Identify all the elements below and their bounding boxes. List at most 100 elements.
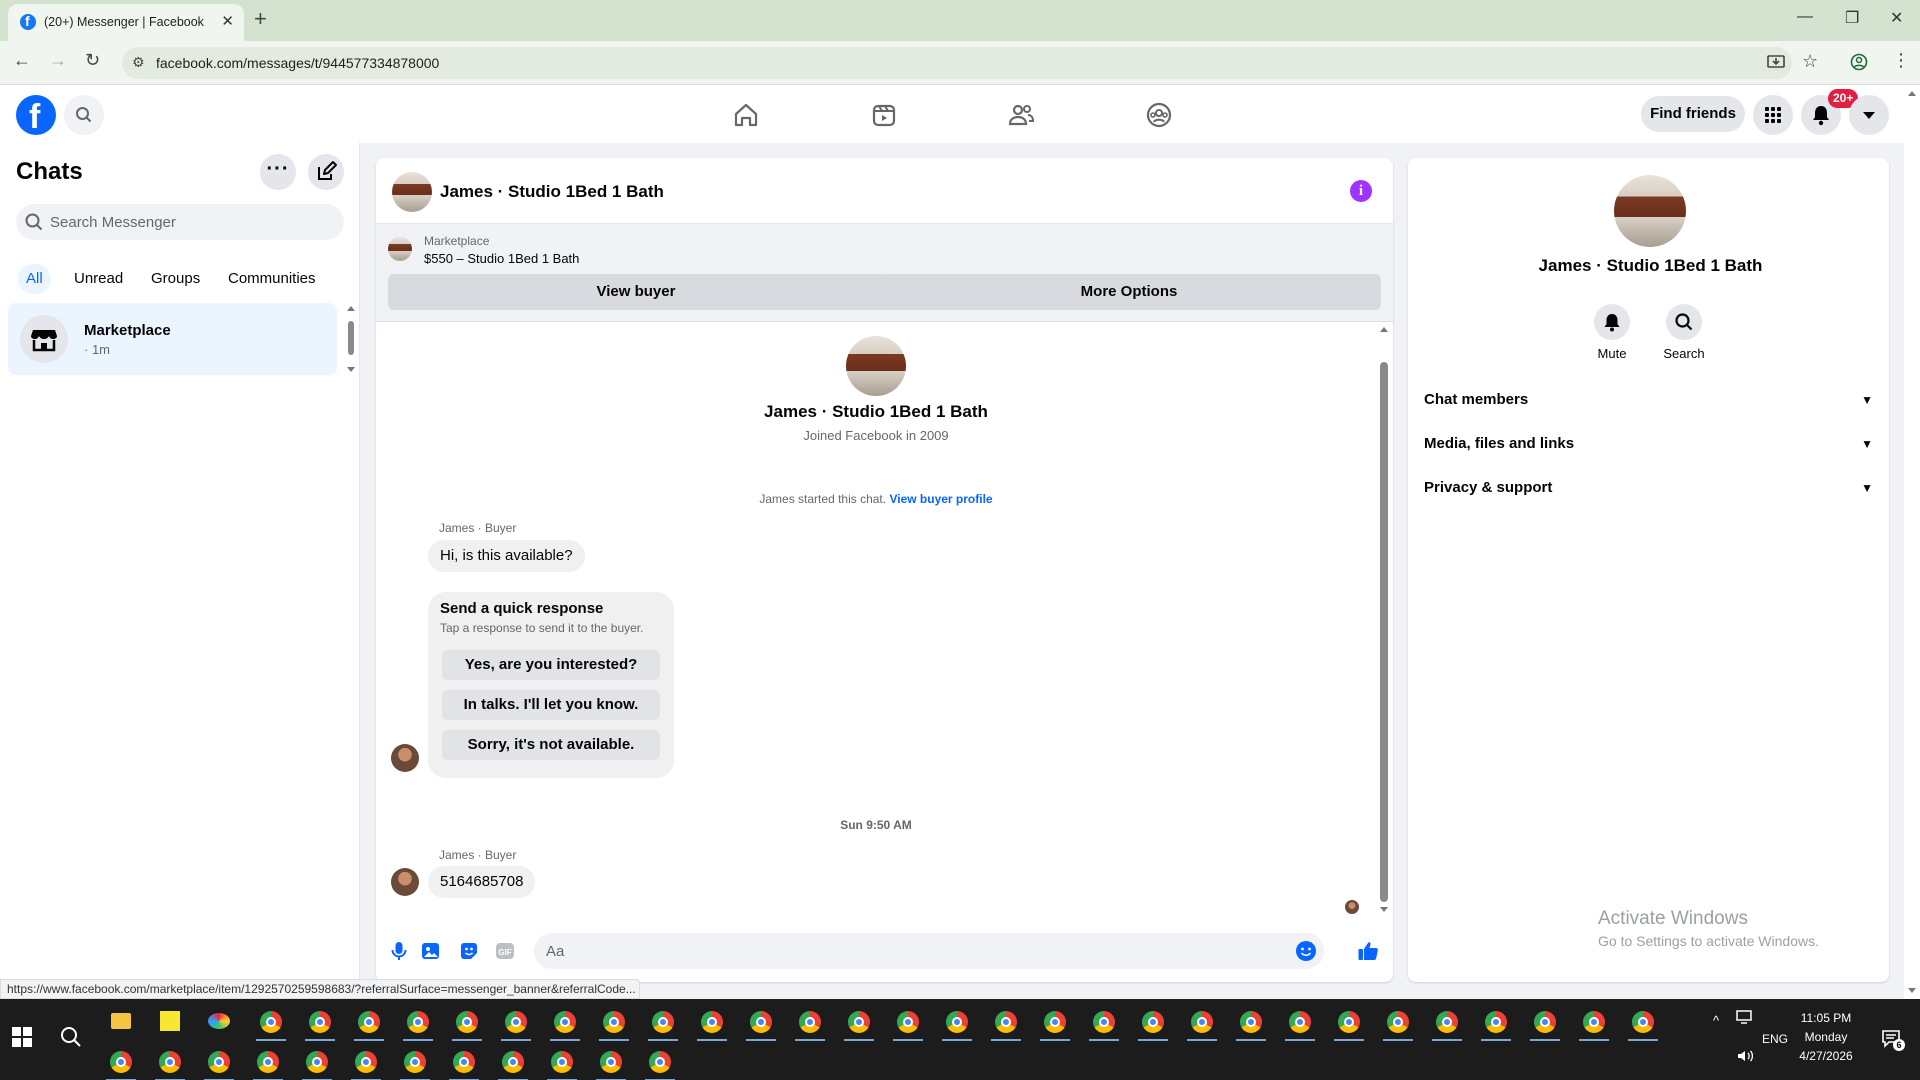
chrome-taskbar-icon[interactable]: [1378, 1003, 1418, 1041]
filter-tab-communities[interactable]: Communities: [220, 264, 324, 294]
chrome-taskbar-icon[interactable]: [986, 1003, 1026, 1041]
conversation-scrollbar[interactable]: [1377, 322, 1391, 922]
conversation-title[interactable]: James · Studio 1Bed 1 Bath: [440, 182, 664, 202]
listing-thumbnail[interactable]: [388, 237, 412, 261]
message-bubble[interactable]: Hi, is this available?: [428, 540, 585, 572]
video-icon[interactable]: [869, 100, 899, 130]
browser-tab[interactable]: (20+) Messenger | Facebook ✕: [8, 4, 244, 41]
microphone-icon[interactable]: [388, 940, 410, 962]
install-app-icon[interactable]: [1767, 53, 1785, 71]
chrome-taskbar-icon[interactable]: [150, 1043, 190, 1080]
profile-icon[interactable]: [1850, 53, 1868, 71]
like-thumb-icon[interactable]: [1357, 940, 1379, 962]
chrome-taskbar-icon[interactable]: [643, 1003, 683, 1041]
minimize-icon[interactable]: —: [1797, 8, 1813, 26]
account-menu-icon[interactable]: [1849, 95, 1889, 135]
chrome-taskbar-icon[interactable]: [1574, 1003, 1614, 1041]
chrome-taskbar-icon[interactable]: [1623, 1003, 1663, 1041]
buyer-avatar[interactable]: [391, 868, 419, 896]
chrome-taskbar-icon[interactable]: [1231, 1003, 1271, 1041]
chrome-taskbar-icon[interactable]: [594, 1003, 634, 1041]
reload-icon[interactable]: ↻: [85, 50, 100, 71]
chrome-taskbar-icon[interactable]: [395, 1043, 435, 1080]
friends-icon[interactable]: [1006, 100, 1036, 130]
browser-menu-icon[interactable]: ⋮: [1892, 50, 1910, 71]
chrome-taskbar-icon[interactable]: [1427, 1003, 1467, 1041]
more-options-button[interactable]: More Options: [877, 274, 1381, 310]
conversation-info-icon[interactable]: i: [1350, 180, 1372, 202]
sticky-notes-icon[interactable]: [150, 1003, 190, 1041]
site-info-icon[interactable]: ⚙: [132, 54, 145, 71]
tab-close-icon[interactable]: ✕: [221, 12, 234, 30]
system-clock[interactable]: 11:05 PM Monday 4/27/2026: [1790, 1009, 1862, 1066]
apps-menu-icon[interactable]: [1753, 95, 1793, 135]
restore-icon[interactable]: ❐: [1845, 8, 1859, 28]
chrome-taskbar-icon[interactable]: [640, 1043, 680, 1080]
chat-members-section[interactable]: Chat members ▼: [1424, 378, 1873, 422]
chrome-taskbar-icon[interactable]: [937, 1003, 977, 1041]
media-files-links-section[interactable]: Media, files and links ▼: [1424, 422, 1873, 466]
bookmark-star-icon[interactable]: ☆: [1802, 51, 1818, 72]
chrome-taskbar-icon[interactable]: [591, 1043, 631, 1080]
chrome-taskbar-icon[interactable]: [444, 1043, 484, 1080]
chrome-taskbar-icon[interactable]: [1280, 1003, 1320, 1041]
chrome-taskbar-icon[interactable]: [1525, 1003, 1565, 1041]
view-buyer-profile-link[interactable]: View buyer profile: [889, 492, 992, 506]
mute-button[interactable]: Mute: [1580, 304, 1644, 361]
page-scrollbar[interactable]: [1904, 86, 1920, 999]
filter-tab-unread[interactable]: Unread: [66, 264, 131, 294]
chrome-taskbar-icon[interactable]: [199, 1043, 239, 1080]
back-icon[interactable]: ←: [13, 50, 31, 71]
privacy-support-section[interactable]: Privacy & support ▼: [1424, 466, 1873, 510]
gif-icon[interactable]: GIF: [494, 940, 516, 962]
windows-start-icon[interactable]: [12, 1027, 32, 1047]
search-messenger-input[interactable]: [50, 204, 330, 240]
search-messenger-field[interactable]: [16, 204, 344, 240]
chrome-taskbar-icon[interactable]: [297, 1043, 337, 1080]
filter-tab-groups[interactable]: Groups: [143, 264, 208, 294]
sidebar-scrollbar[interactable]: [346, 303, 356, 375]
chrome-taskbar-icon[interactable]: [101, 1043, 141, 1080]
chrome-taskbar-icon[interactable]: [300, 1003, 340, 1041]
message-input[interactable]: [534, 933, 1324, 969]
find-friends-button[interactable]: Find friends: [1641, 96, 1745, 132]
chrome-taskbar-icon[interactable]: [346, 1043, 386, 1080]
notification-center-icon[interactable]: 6: [1881, 1028, 1905, 1051]
emoji-icon[interactable]: [1295, 940, 1317, 962]
home-icon[interactable]: [731, 100, 761, 130]
search-conversation-button[interactable]: Search: [1652, 304, 1716, 361]
quick-response-option[interactable]: Yes, are you interested?: [442, 650, 660, 680]
listing-avatar[interactable]: [392, 172, 432, 212]
message-bubble[interactable]: 5164685708: [428, 866, 536, 898]
chrome-taskbar-icon[interactable]: [1035, 1003, 1075, 1041]
file-explorer-icon[interactable]: [101, 1003, 141, 1041]
chrome-taskbar-icon[interactable]: [741, 1003, 781, 1041]
buyer-avatar[interactable]: [391, 744, 419, 772]
chats-more-options-button[interactable]: ···: [260, 154, 296, 190]
chrome-taskbar-icon[interactable]: [447, 1003, 487, 1041]
chrome-taskbar-icon[interactable]: [496, 1003, 536, 1041]
view-buyer-button[interactable]: View buyer: [388, 274, 884, 310]
chrome-taskbar-icon[interactable]: [790, 1003, 830, 1041]
facebook-logo-icon[interactable]: f: [16, 95, 56, 136]
quick-response-option[interactable]: Sorry, it's not available.: [442, 730, 660, 760]
window-close-icon[interactable]: ✕: [1890, 8, 1903, 28]
chrome-taskbar-icon[interactable]: [349, 1003, 389, 1041]
language-indicator[interactable]: ENG: [1762, 1032, 1788, 1046]
new-message-button[interactable]: [308, 154, 344, 190]
chrome-taskbar-icon[interactable]: [545, 1003, 585, 1041]
forward-icon[interactable]: →: [49, 50, 67, 71]
groups-icon[interactable]: [1144, 100, 1174, 130]
network-icon[interactable]: [1736, 1010, 1754, 1024]
paint-icon[interactable]: [199, 1003, 239, 1041]
facebook-search-icon[interactable]: [64, 95, 104, 135]
chrome-taskbar-icon[interactable]: [248, 1043, 288, 1080]
chrome-taskbar-icon[interactable]: [839, 1003, 879, 1041]
chrome-taskbar-icon[interactable]: [1182, 1003, 1222, 1041]
chrome-taskbar-icon[interactable]: [251, 1003, 291, 1041]
quick-response-option[interactable]: In talks. I'll let you know.: [442, 690, 660, 720]
banner-listing-title[interactable]: $550 – Studio 1Bed 1 Bath: [424, 251, 579, 266]
volume-icon[interactable]: [1736, 1049, 1754, 1063]
new-tab-icon[interactable]: +: [254, 6, 267, 32]
chrome-taskbar-icon[interactable]: [398, 1003, 438, 1041]
